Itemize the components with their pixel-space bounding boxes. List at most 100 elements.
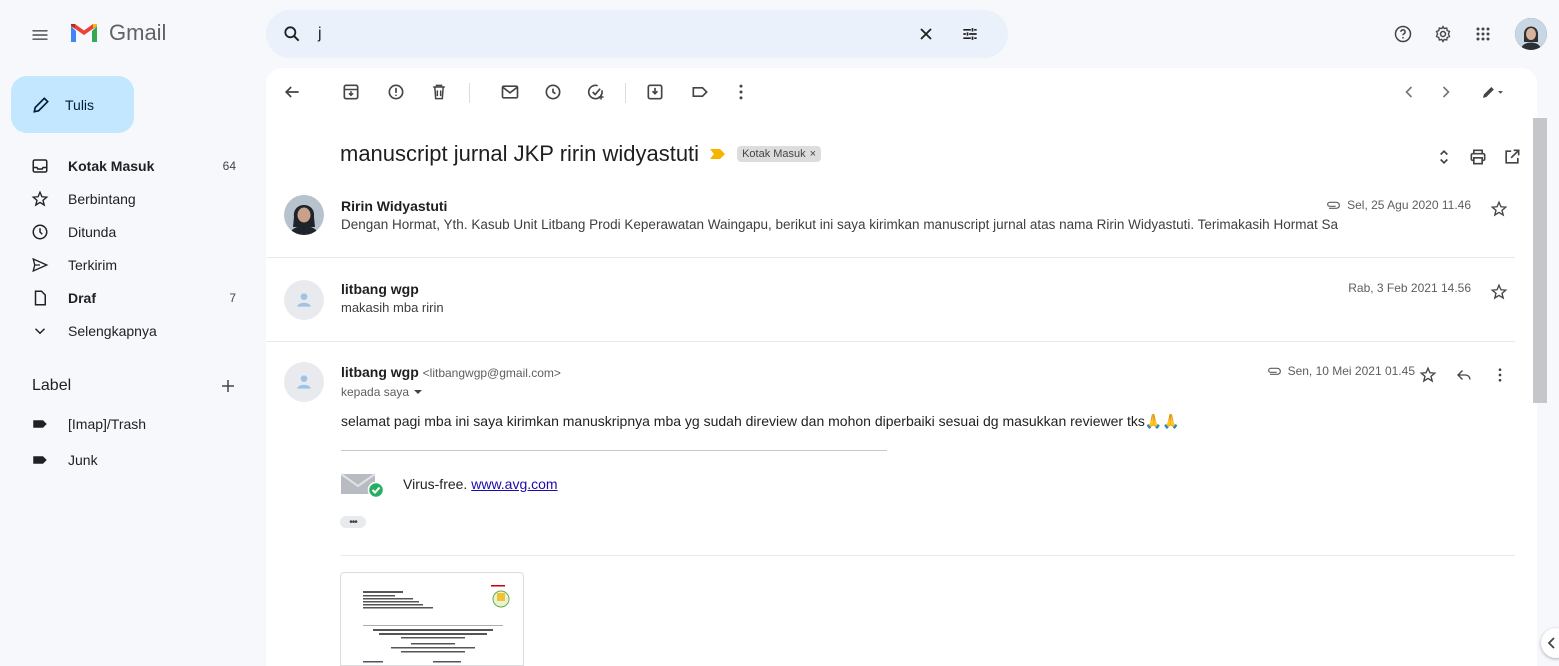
message-view: manuscript jurnal JKP ririn widyastuti K… [266,68,1537,666]
support-button[interactable] [1383,14,1423,54]
clear-search-button[interactable] [906,14,946,54]
sender-name: Ririn Widyastuti [341,198,448,214]
person-icon [297,293,311,307]
attachment-icon [1267,367,1281,375]
label-item-imap-trash[interactable]: [Imap]/Trash [0,406,256,442]
pencil-icon [33,96,49,113]
more-vert-icon [1498,368,1502,382]
move-to-button[interactable] [635,72,675,112]
message-date: Sen, 10 Mei 2021 01.45 [1287,364,1415,378]
unread-count: 64 [222,158,236,173]
sidebar-item-snoozed[interactable]: Ditunda [0,215,256,248]
pen-dropdown-icon [1483,87,1503,98]
older-button[interactable] [1426,72,1466,112]
sidebar-item-more[interactable]: Selengkapnya [0,314,256,347]
close-icon [920,28,932,40]
star-outline-icon [1490,283,1508,300]
sidebar-item-inbox[interactable]: Kotak Masuk 64 [0,149,256,182]
search-options-button[interactable] [950,14,990,54]
chevron-right-icon [1442,86,1450,98]
settings-button[interactable] [1423,14,1463,54]
show-trimmed-content-button[interactable]: ••• [340,516,366,528]
sidebar-item-label: Selengkapnya [68,322,157,339]
star-icon [30,189,50,209]
search-input[interactable]: j [312,25,906,43]
document-preview-icon [341,573,523,665]
plus-icon [222,380,234,392]
avg-link[interactable]: www.avg.com [471,476,557,492]
move-to-inbox-icon [647,84,663,100]
clock-icon [30,222,50,242]
sidebar-item-label: Ditunda [68,223,117,240]
attachment-thumbnail[interactable] [340,572,524,666]
star-button[interactable] [1413,360,1443,390]
mail-icon [501,85,519,99]
inbox-icon [30,156,50,176]
message-collapsed[interactable]: Ririn Widyastuti Dengan Hormat, Yth. Kas… [266,192,1537,258]
label-icon [30,450,50,470]
remove-label-icon[interactable]: × [810,148,816,160]
show-side-panel-button[interactable] [1541,628,1559,658]
apps-button[interactable] [1463,14,1503,54]
add-to-tasks-button[interactable] [576,72,616,112]
main-menu-button[interactable] [20,15,60,55]
message-date-group: Sel, 25 Agu 2020 11.46 [1325,198,1471,212]
sender-line: litbang wgp <litbangwgp@gmail.com> [341,364,561,380]
archive-icon [343,84,359,100]
star-button[interactable] [1484,277,1514,307]
inbox-label-chip[interactable]: Kotak Masuk × [737,146,822,162]
sidebar-item-label: Terkirim [68,256,117,273]
report-spam-button[interactable] [376,72,416,112]
labels-button[interactable] [680,72,720,112]
star-button[interactable] [1484,194,1514,224]
print-button[interactable] [1461,140,1495,174]
sender-avatar [284,195,324,235]
search-button[interactable] [272,14,312,54]
signature: Virus-free. www.avg.com [341,470,558,498]
sidebar-item-label: Kotak Masuk [68,157,155,174]
back-button[interactable] [272,72,312,112]
tune-icon [963,28,977,40]
open-new-window-button[interactable] [1495,140,1529,174]
sidebar-item-drafts[interactable]: Draf 7 [0,281,256,314]
labels-list: [Imap]/Trash Junk [0,406,256,478]
message-date: Rab, 3 Feb 2021 14.56 [1348,281,1471,295]
labels-header: Label [32,372,242,400]
reply-button[interactable] [1449,360,1479,390]
more-actions-button[interactable] [721,72,761,112]
label-item-junk[interactable]: Junk [0,442,256,478]
person-icon [297,375,311,389]
delete-button[interactable] [419,72,459,112]
more-vert-icon [739,84,743,100]
importance-marker-icon[interactable] [709,147,727,161]
message-snippet: makasih mba ririn [341,300,444,315]
account-avatar[interactable] [1515,18,1547,50]
scrollbar[interactable] [1533,118,1547,403]
star-outline-icon [1490,200,1508,217]
input-tools-button[interactable] [1468,72,1518,112]
newer-button[interactable] [1389,72,1429,112]
create-label-button[interactable] [214,372,242,400]
message-collapsed[interactable]: litbang wgp makasih mba ririn Rab, 3 Feb… [266,275,1537,341]
sidebar-item-starred[interactable]: Berbintang [0,182,256,215]
sender-name: litbang wgp [341,281,419,297]
gmail-logo[interactable]: Gmail [69,20,166,46]
message-more-button[interactable] [1485,360,1515,390]
mark-unread-button[interactable] [490,72,530,112]
apps-grid-icon [1476,27,1490,41]
gmail-m-icon [71,24,97,42]
chip-label: Kotak Masuk [742,148,806,160]
compose-button[interactable]: Tulis [11,76,134,133]
sender-avatar [284,280,324,320]
message-date-group: Sen, 10 Mei 2021 01.45 [1266,364,1415,378]
expand-all-button[interactable] [1427,140,1461,174]
snooze-button[interactable] [533,72,573,112]
search-icon [284,26,300,42]
recipient-details-toggle[interactable]: kepada saya [341,385,423,399]
sidebar-item-label: Berbintang [68,190,136,207]
search-bar[interactable]: j [266,10,1008,58]
archive-button[interactable] [331,72,371,112]
report-icon [388,84,404,100]
sidebar-item-sent[interactable]: Terkirim [0,248,256,281]
arrow-back-icon [284,86,299,98]
